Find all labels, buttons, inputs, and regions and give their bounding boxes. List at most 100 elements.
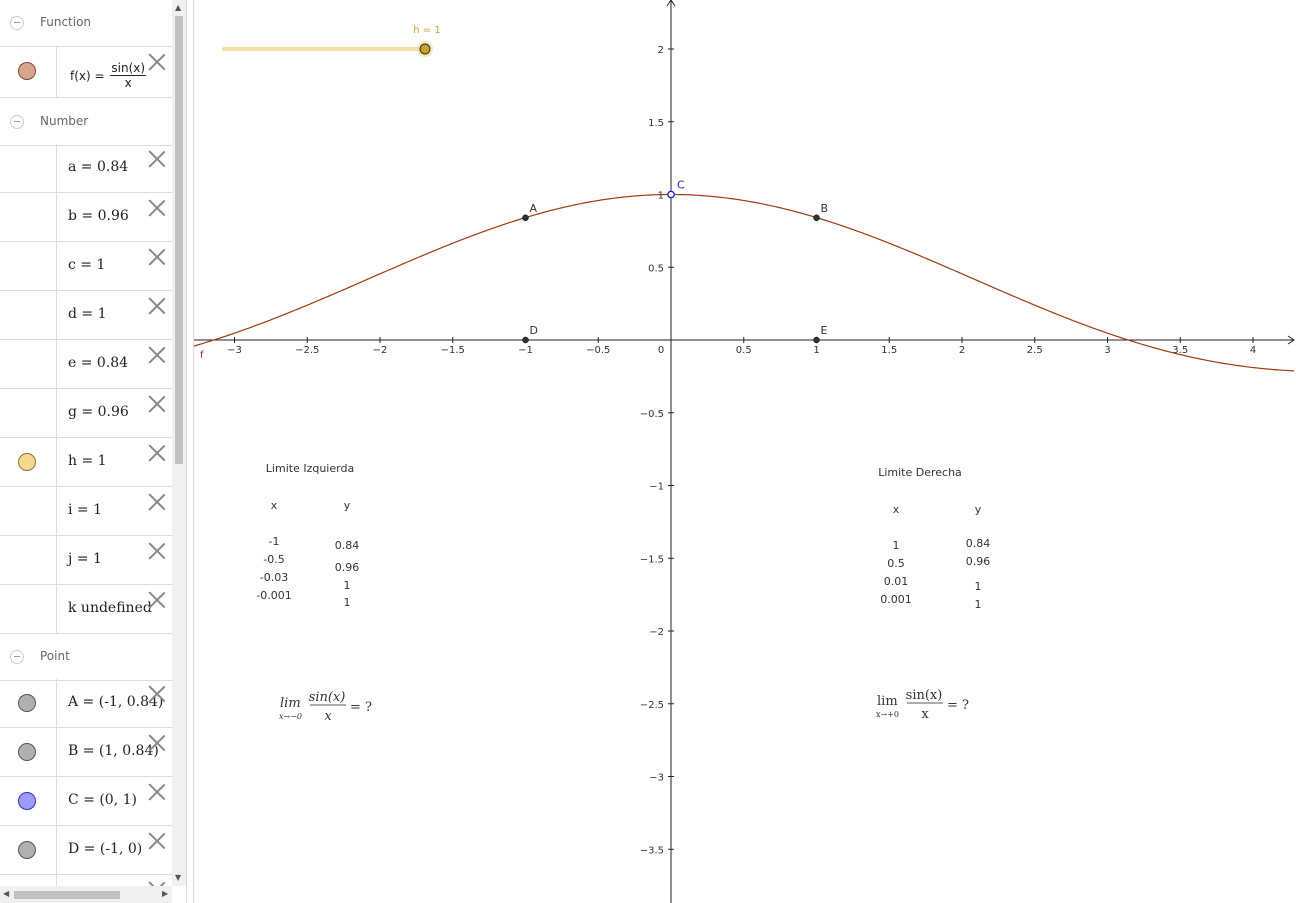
y-tick-label: −0.5	[640, 409, 664, 420]
algebra-vertical-scrollbar[interactable]: ▲ ▼	[172, 0, 186, 886]
delete-icon[interactable]	[148, 297, 166, 315]
algebra-view: Function f(x) = sin(x) x Number a = 0.84…	[0, 0, 172, 886]
slider-h[interactable]: h = 1	[222, 25, 441, 57]
marble-cell	[0, 679, 57, 727]
marble-cell	[0, 242, 57, 290]
x-tick-label: −3	[227, 345, 242, 356]
algebra-item-b[interactable]: b = 0.96	[0, 193, 172, 242]
scroll-up-arrow-icon[interactable]: ▲	[175, 3, 181, 12]
y-tick-label: 2	[658, 45, 664, 56]
visibility-marble[interactable]	[18, 743, 36, 761]
delete-icon[interactable]	[148, 199, 166, 217]
y-tick-label: −2	[649, 627, 664, 638]
algebra-item-a[interactable]: a = 0.84	[0, 144, 172, 193]
algebra-item-A[interactable]: A = (-1, 0.84)	[0, 679, 172, 728]
y-tick-label: −3.5	[640, 845, 664, 856]
delete-icon[interactable]	[148, 248, 166, 266]
left-table-header-y: y	[344, 499, 351, 512]
visibility-marble[interactable]	[18, 694, 36, 712]
x-tick-label: 1.5	[881, 345, 897, 356]
algebra-item-k[interactable]: k undefined	[0, 585, 172, 634]
slider-knob[interactable]	[419, 43, 431, 55]
marble-cell	[0, 826, 57, 874]
point-A[interactable]	[522, 214, 529, 222]
algebra-item-g[interactable]: g = 0.96	[0, 389, 172, 438]
graphics-view[interactable]: −3 −2.5 −2 −1.5 −1 −0.5 0 0.5 1 1.5 2 2.5 3 3.5 4 0.5 1 1…	[194, 0, 1296, 903]
point-label-A: A	[530, 202, 538, 215]
x-tick-label: −0.5	[586, 345, 610, 356]
axes: −3 −2.5 −2 −1.5 −1 −0.5 0 0.5 1 1.5 2 2.5 3 3.5 40.511…	[194, 0, 1295, 903]
collapse-function-button[interactable]	[10, 16, 24, 30]
algebra-item-h[interactable]: h = 1	[0, 438, 172, 487]
right-limit-sub: x→+0	[876, 710, 899, 719]
visibility-marble[interactable]	[18, 453, 36, 471]
algebra-horizontal-scrollbar[interactable]: ◀ ▶	[0, 886, 172, 903]
algebra-item-d[interactable]: d = 1	[0, 291, 172, 340]
algebra-item-i[interactable]: i = 1	[0, 487, 172, 536]
algebra-item-B[interactable]: B = (1, 0.84)	[0, 728, 172, 777]
point-C[interactable]	[667, 190, 675, 199]
x-tick-label: 2.5	[1027, 345, 1043, 356]
collapse-point-button[interactable]	[10, 650, 24, 664]
right-limit-rhs: = ?	[947, 698, 969, 713]
item-label: k undefined	[68, 600, 152, 616]
visibility-marble[interactable]	[18, 792, 36, 810]
delete-icon[interactable]	[148, 542, 166, 560]
point-E[interactable]	[813, 336, 820, 344]
visibility-marble[interactable]	[18, 841, 36, 859]
delete-icon[interactable]	[148, 832, 166, 850]
algebra-item-next[interactable]	[0, 875, 172, 886]
section-label: Point	[40, 649, 70, 663]
algebra-item-C[interactable]: C = (0, 1)	[0, 777, 172, 826]
x-tick-label: 3	[1104, 345, 1110, 356]
left-limit-lim: lim	[280, 696, 301, 711]
marble-cell	[0, 47, 57, 97]
scroll-left-arrow-icon[interactable]: ◀	[3, 889, 9, 898]
delete-icon[interactable]	[148, 53, 166, 71]
scroll-right-arrow-icon[interactable]: ▶	[162, 889, 168, 898]
x-tick-label: −1.5	[441, 345, 465, 356]
scroll-down-arrow-icon[interactable]: ▼	[175, 873, 181, 882]
graphics-canvas[interactable]: −3 −2.5 −2 −1.5 −1 −0.5 0 0.5 1 1.5 2 2.5 3 3.5 40.511…	[194, 0, 1296, 903]
delete-icon[interactable]	[148, 444, 166, 462]
left-limit-denominator: x	[324, 709, 332, 724]
view-divider[interactable]	[186, 0, 194, 903]
item-label: h = 1	[68, 453, 107, 469]
right-table-header-x: x	[893, 503, 900, 516]
right-table-x-value: 0.01	[884, 575, 909, 588]
delete-icon[interactable]	[148, 395, 166, 413]
scrollbar-thumb[interactable]	[175, 16, 183, 464]
right-limit-denominator: x	[921, 707, 929, 722]
delete-icon[interactable]	[148, 783, 166, 801]
delete-icon[interactable]	[148, 591, 166, 609]
point-B[interactable]	[813, 214, 820, 222]
function-numerator: sin(x)	[110, 61, 147, 76]
delete-icon[interactable]	[148, 346, 166, 364]
algebra-item-D[interactable]: D = (-1, 0)	[0, 826, 172, 875]
delete-icon[interactable]	[148, 150, 166, 168]
x-tick-label: 0	[658, 345, 664, 356]
delete-icon[interactable]	[148, 734, 166, 752]
left-table-x-value: -1	[269, 535, 280, 548]
marble-cell	[0, 389, 57, 437]
collapse-number-button[interactable]	[10, 115, 24, 129]
delete-icon[interactable]	[148, 493, 166, 511]
delete-icon[interactable]	[148, 685, 166, 703]
left-table-title: Limite Izquierda	[266, 462, 354, 475]
y-tick-label: 0.5	[648, 263, 664, 274]
algebra-item-c[interactable]: c = 1	[0, 242, 172, 291]
x-tick-label: −1	[518, 345, 533, 356]
points-layer: A B C D E	[522, 179, 828, 344]
left-limit-rhs: = ?	[350, 700, 372, 715]
algebra-item-f[interactable]: f(x) = sin(x) x	[0, 47, 172, 98]
section-number: Number	[0, 99, 172, 146]
right-table-y-value: 0.84	[966, 537, 991, 550]
algebra-item-e[interactable]: e = 0.84	[0, 340, 172, 389]
visibility-marble[interactable]	[18, 62, 36, 80]
point-D[interactable]	[522, 336, 529, 344]
algebra-item-j[interactable]: j = 1	[0, 536, 172, 585]
marble-cell	[0, 536, 57, 584]
x-tick-label: 0.5	[736, 345, 752, 356]
scrollbar-thumb[interactable]	[14, 891, 120, 899]
x-tick-label: 1	[813, 345, 819, 356]
